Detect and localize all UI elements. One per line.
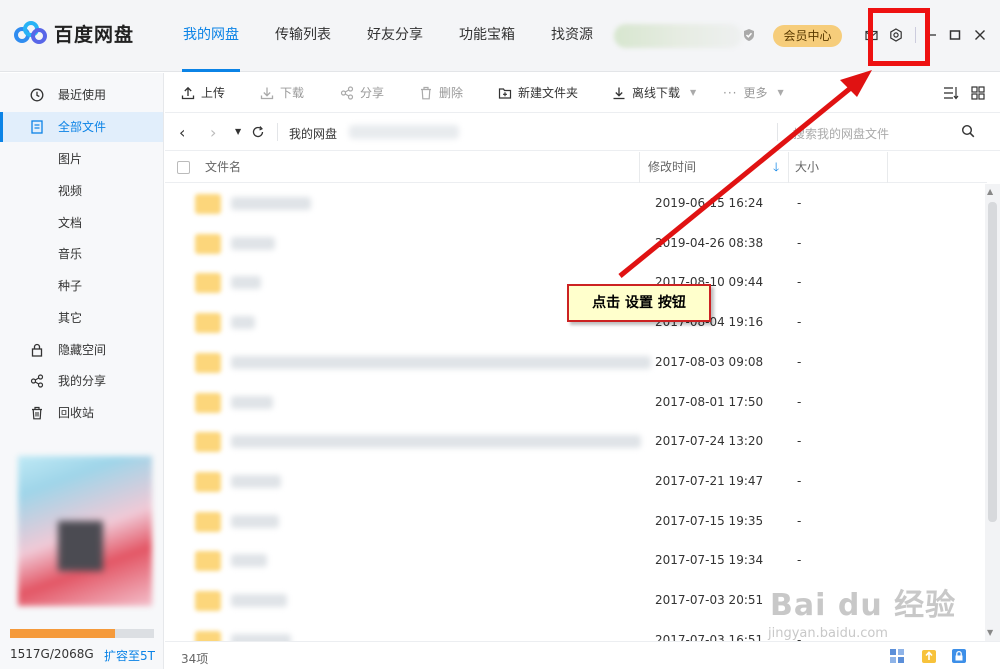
instruction-callout: 点击 设置 按钮 (567, 284, 711, 322)
watermark-url: jingyan.baidu.com (768, 626, 888, 641)
pointer-arrow (618, 70, 872, 278)
watermark-logo: Bai du 经验 (770, 588, 957, 623)
